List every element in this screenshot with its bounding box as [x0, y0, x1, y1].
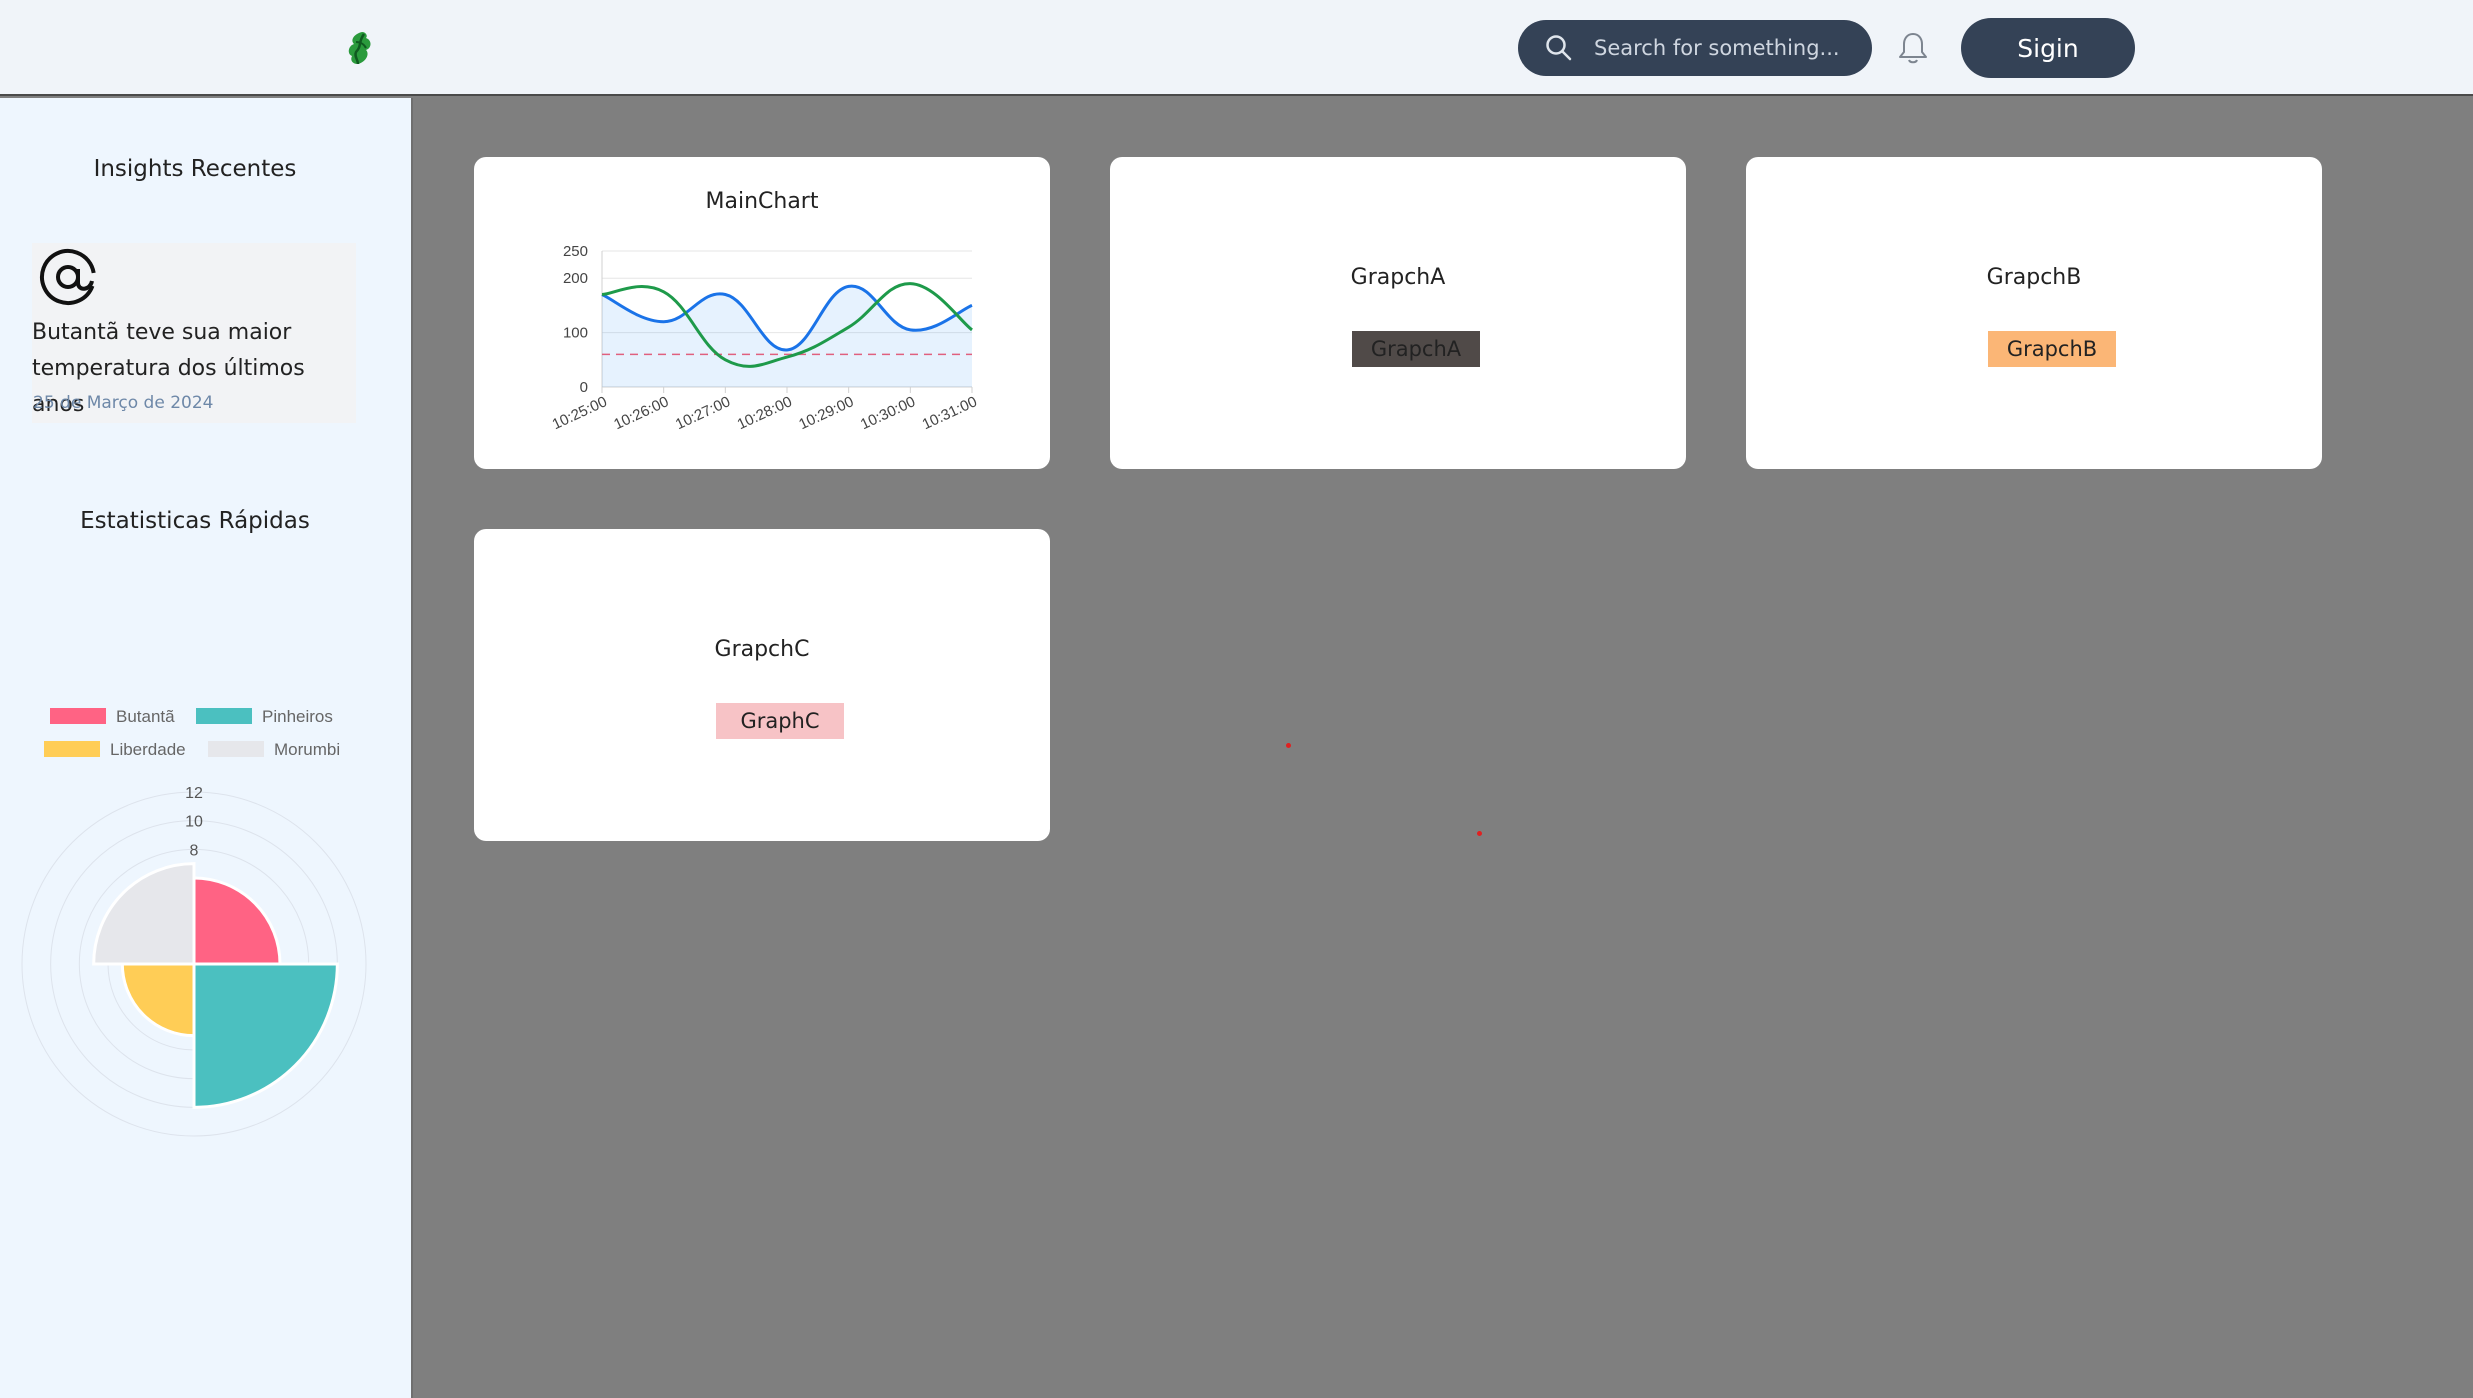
search-icon	[1546, 35, 1572, 61]
marker-dot	[1286, 743, 1291, 748]
x-tick-label: 10:30:00	[858, 393, 918, 433]
top-bar: Sigin	[0, 0, 2473, 96]
graph-b-title: GrapchB	[1986, 265, 2082, 290]
graph-c-card[interactable]: GrapchC GraphC	[474, 529, 1050, 841]
legend-label: Liberdade	[110, 740, 186, 759]
x-tick-label: 10:29:00	[796, 393, 856, 433]
insight-date: 25 de Março de 2024	[33, 393, 214, 413]
legend-swatch	[208, 741, 264, 757]
y-tick-label: 200	[563, 270, 588, 287]
legend-swatch	[50, 708, 106, 724]
bell-icon[interactable]	[1896, 30, 1930, 66]
radial-tick-label: 8	[190, 842, 199, 859]
search-bar[interactable]	[1518, 20, 1872, 76]
legend-swatch	[196, 708, 252, 724]
graph-a-title: GrapchA	[1350, 265, 1446, 290]
legend-label: Pinheiros	[262, 707, 333, 726]
graph-a-card[interactable]: GrapchA GrapchA	[1110, 157, 1686, 469]
graph-a-badge[interactable]: GrapchA	[1352, 331, 1480, 367]
x-tick-label: 10:26:00	[611, 393, 671, 433]
series-area	[602, 286, 972, 387]
radial-tick-label: 12	[185, 785, 203, 802]
legend-label: Butantã	[116, 707, 175, 726]
graph-b-card[interactable]: GrapchB GrapchB	[1746, 157, 2322, 469]
graph-c-title: GrapchC	[714, 637, 810, 662]
x-tick-label: 10:28:00	[735, 393, 795, 433]
x-tick-label: 10:27:00	[673, 393, 733, 433]
radial-tick-label: 10	[185, 814, 203, 831]
polar-area-chart: Butantã Pinheiros Liberdade Morumbi 8 10 12	[21, 707, 367, 1137]
at-sign-icon	[40, 249, 96, 305]
graph-c-badge[interactable]: GraphC	[716, 703, 844, 739]
marker-dot	[1477, 831, 1482, 836]
polar-sector	[192, 876, 282, 966]
legend-label: Morumbi	[274, 740, 340, 759]
signin-button[interactable]: Sigin	[1961, 18, 2135, 78]
insights-title: Insights Recentes	[93, 156, 297, 182]
leaf-logo-icon[interactable]	[344, 30, 376, 66]
legend-swatch	[44, 741, 100, 757]
y-tick-label: 0	[580, 379, 588, 396]
y-tick-label: 100	[563, 325, 588, 342]
insight-card[interactable]: Butantã teve sua maior temperatura dos ú…	[32, 243, 356, 423]
x-tick-label: 10:25:00	[550, 393, 610, 433]
search-input[interactable]	[1594, 36, 1844, 60]
line-chart: 0 100 200 250 10:25:00 10:26:00 10:27:00 10:28:…	[550, 243, 980, 433]
graph-b-badge[interactable]: GrapchB	[1988, 331, 2116, 367]
x-tick-label: 10:31:00	[920, 393, 980, 433]
y-tick-label: 250	[563, 243, 588, 260]
main-chart-card[interactable]: MainChart 0 100 200 250 10:25:00 10:26:00 10:2…	[474, 157, 1050, 469]
sidebar: Insights Recentes Butantã teve sua maior…	[0, 98, 413, 1398]
polar-sector	[92, 862, 196, 966]
stats-title: Estatisticas Rápidas	[80, 508, 310, 534]
